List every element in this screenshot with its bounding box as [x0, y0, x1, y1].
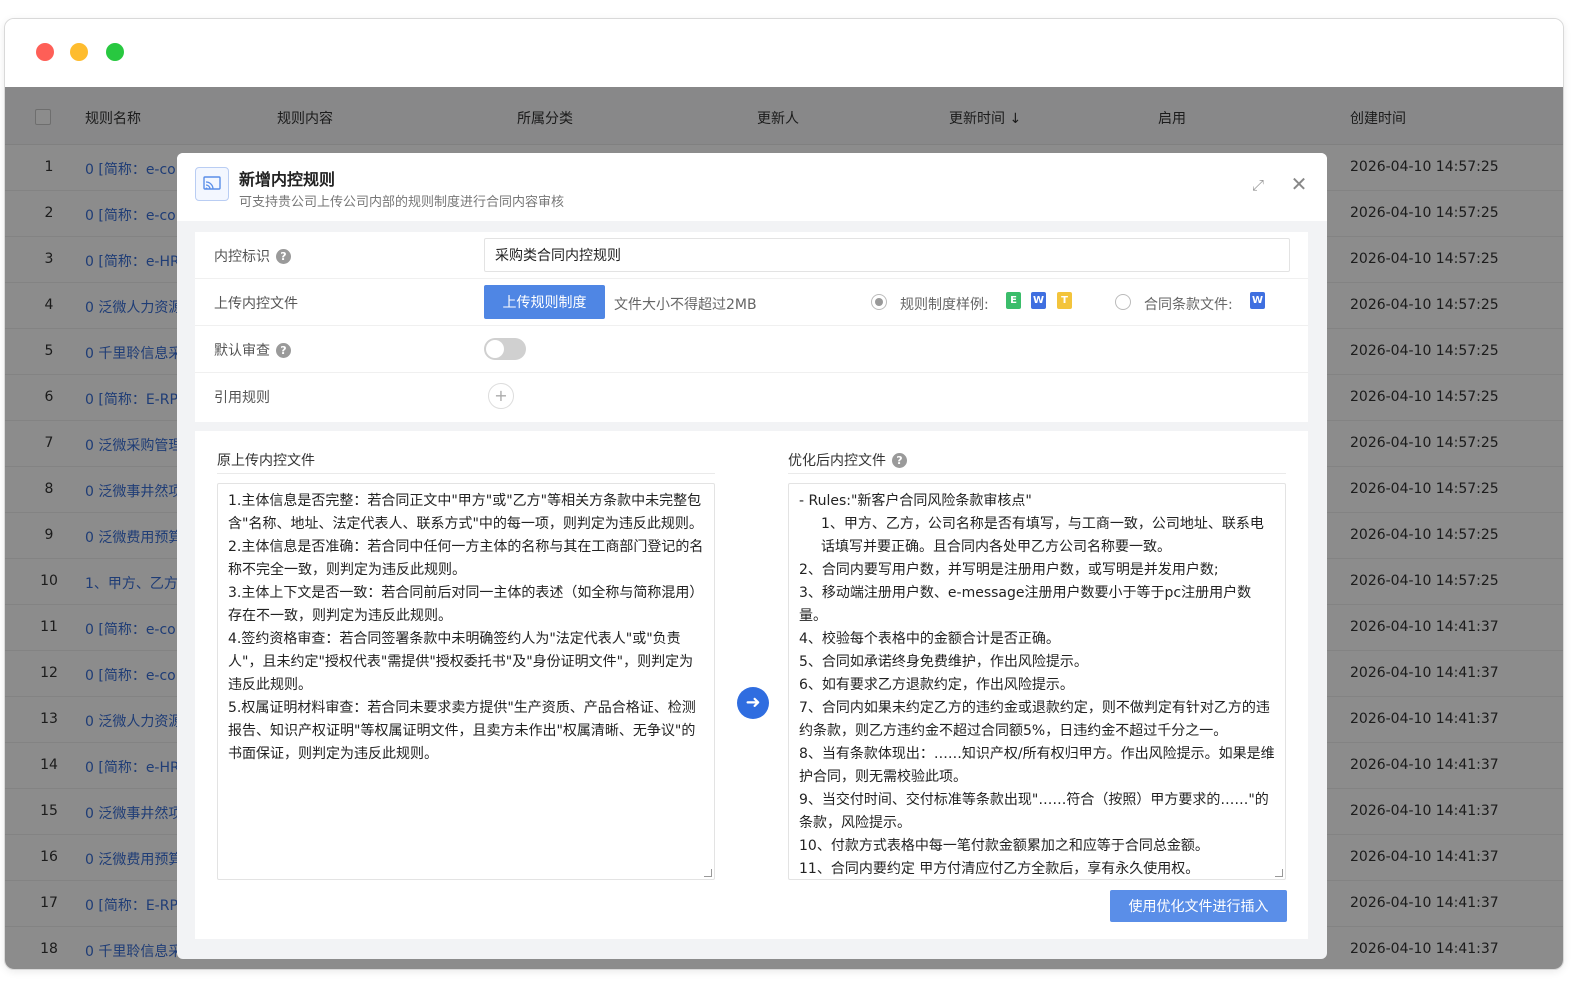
add-rule-dialog: 新增内控规则 可支持贵公司上传公司内部的规则制度进行合同内容审核 ⤢ ✕ 内控标…	[177, 153, 1327, 959]
close-icon[interactable]: ✕	[1288, 173, 1310, 195]
text-line: 2.主体信息是否准确：若合同中任何一方主体的名称与其在工商部门登记的名称不完全一…	[228, 539, 704, 578]
sample-radio[interactable]	[871, 294, 887, 310]
text-line: 3、移动端注册用户数、e-message注册用户数要小于等于pc注册用户数量。	[799, 585, 1252, 624]
upload-label: 上传内控文件	[214, 296, 298, 312]
text-line: 2、合同内要写用户数，并写明是注册用户数，或写明是并发用户数;	[799, 562, 1219, 578]
text-line: 6、如有要求乙方退款约定，作出风险提示。	[799, 677, 1074, 693]
text-line: 9、当交付时间、交付标准等条款出现"……符合（按照）甲方要求的……"的条款，风险…	[799, 792, 1269, 831]
default-review-label: 默认审查?	[214, 340, 291, 360]
text-line: 4.签约资格审查：若合同签署条款中未明确签约人为"法定代表人"或"负责人"，且未…	[228, 631, 694, 693]
text-line: 8、当有条款体现出：……知识产权/所有权归甲方。作出风险提示。如果是维护合同，则…	[799, 746, 1275, 785]
reference-label: 引用规则	[214, 390, 270, 406]
contract-label: 合同条款文件:	[1144, 297, 1233, 313]
default-review-toggle[interactable]	[484, 338, 526, 360]
rule-editor: 原上传内控文件 1.主体信息是否完整：若合同正文中"甲方"或"乙方"等相关方条款…	[195, 431, 1308, 939]
optimized-textarea[interactable]: - Rules:"新客户合同风险条款审核点" 1、甲方、乙方，公司名称是否有填写，…	[788, 483, 1286, 880]
text-line: - Rules:"新客户合同风险条款审核点"	[799, 493, 1032, 509]
text-line: 4、校验每个表格中的金额合计是否正确。	[799, 631, 1060, 647]
divider	[217, 473, 715, 474]
text-line: 11、合同内要约定 甲方付清应付乙方全款后，享有永久使用权。	[799, 861, 1200, 877]
help-icon[interactable]: ?	[276, 343, 291, 358]
dialog-subtitle: 可支持贵公司上传公司内部的规则制度进行合同内容审核	[239, 195, 565, 210]
original-textarea[interactable]: 1.主体信息是否完整：若合同正文中"甲方"或"乙方"等相关方条款中未完整包含"名…	[217, 483, 715, 880]
text-line: 5.权属证明材料审查：若合同未要求卖方提供"生产资质、产品合格证、检测报告、知识…	[228, 700, 696, 762]
text-line: 1.主体信息是否完整：若合同正文中"甲方"或"乙方"等相关方条款中未完整包含"名…	[228, 493, 703, 532]
text-line: 10、付款方式表格中每一笔付款金额累加之和应等于合同总金额。	[799, 838, 1209, 854]
text-line: 3.主体上下文是否一致：若合同前后对同一主体的表述（如全称与简称混用）存在不一致…	[228, 585, 704, 624]
contract-radio[interactable]	[1115, 294, 1131, 310]
excel-file-icon[interactable]: E	[1006, 292, 1021, 309]
rule-form: 内控标识? 上传内控文件 上传规则制度 文件大小不得超过2MB 规则制度样例: …	[195, 232, 1308, 422]
title-bar	[5, 19, 1563, 87]
insert-optimized-button[interactable]: 使用优化文件进行插入	[1110, 890, 1287, 922]
dialog-title: 新增内控规则	[239, 170, 336, 189]
dialog-header: 新增内控规则 可支持贵公司上传公司内部的规则制度进行合同内容审核 ⤢ ✕	[177, 153, 1327, 221]
rule-id-input[interactable]	[484, 238, 1290, 272]
rule-id-label: 内控标识?	[214, 246, 291, 266]
upload-size-hint: 文件大小不得超过2MB	[614, 297, 757, 313]
sample-label: 规则制度样例:	[900, 297, 989, 313]
minimize-window-button[interactable]	[70, 43, 88, 61]
word-file-icon[interactable]: W	[1031, 292, 1046, 309]
upload-rules-button[interactable]: 上传规则制度	[484, 285, 605, 319]
help-icon[interactable]: ?	[276, 249, 291, 264]
rule-id-row: 内控标识?	[195, 232, 1308, 279]
text-line: 7、合同内如果未约定乙方的违约金或退款约定，则不做判定有针对乙方的违约条款，则乙…	[799, 700, 1270, 739]
expand-icon[interactable]: ⤢	[1248, 175, 1268, 195]
optimized-panel-title: 优化后内控文件?	[788, 450, 907, 470]
original-panel-title: 原上传内控文件	[217, 453, 315, 469]
text-line: 1、甲方、乙方，公司名称是否有填写，与工商一致，公司地址、联系电话填写并要正确。…	[821, 516, 1264, 555]
arrow-right-icon[interactable]: ➜	[737, 687, 769, 719]
text-line: 5、合同如承诺终身免费维护，作出风险提示。	[799, 654, 1088, 670]
resize-handle[interactable]	[704, 869, 712, 877]
text-file-icon[interactable]: T	[1057, 292, 1072, 309]
add-reference-button[interactable]: +	[488, 383, 514, 409]
divider	[788, 473, 1286, 474]
upload-row: 上传内控文件 上传规则制度 文件大小不得超过2MB 规则制度样例: E W T …	[195, 279, 1308, 326]
contract-word-icon[interactable]: W	[1250, 292, 1265, 309]
help-icon[interactable]: ?	[892, 453, 907, 468]
resize-handle[interactable]	[1275, 869, 1283, 877]
default-review-row: 默认审查?	[195, 326, 1308, 373]
reference-row: 引用规则 +	[195, 373, 1308, 420]
close-window-button[interactable]	[36, 43, 54, 61]
cast-icon	[195, 167, 229, 201]
maximize-window-button[interactable]	[106, 43, 124, 61]
